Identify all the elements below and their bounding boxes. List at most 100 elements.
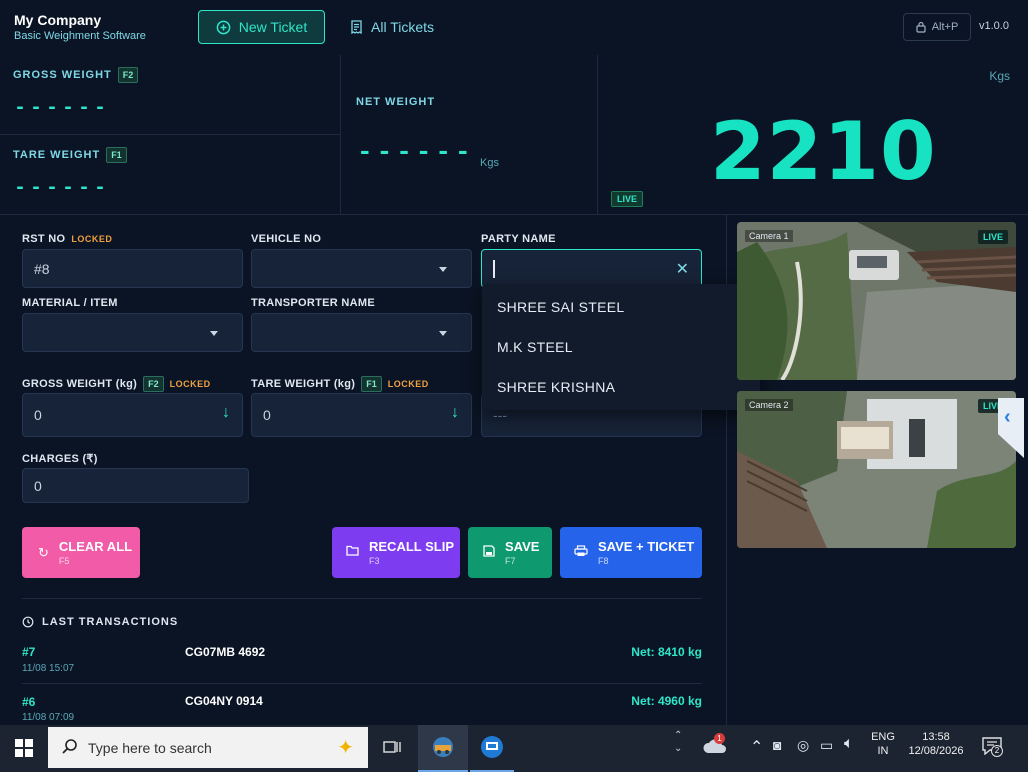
- camera-1-feed[interactable]: Camera 1 LIVE: [737, 222, 1016, 380]
- party-label: PARTY NAME: [481, 233, 556, 245]
- notifications-button[interactable]: 2: [982, 737, 1003, 760]
- gross-field-heading: GROSS WEIGHT (kg) F2 LOCKED: [22, 376, 211, 392]
- tare-weight-title: TARE WEIGHT: [13, 149, 101, 161]
- rst-field: #8: [22, 249, 243, 288]
- language-indicator[interactable]: ENG IN: [866, 731, 900, 757]
- chevron-down-icon: [439, 267, 447, 272]
- lock-icon: [916, 21, 926, 33]
- charges-value: 0: [34, 477, 42, 494]
- net-weight-title: NET WEIGHT: [356, 96, 436, 108]
- clock[interactable]: 13:58 12/08/2026: [900, 731, 972, 757]
- transaction-vehicle: CG04NY 0914: [185, 694, 263, 708]
- arrow-down-icon[interactable]: ↓: [451, 404, 459, 422]
- party-name-input[interactable]: ✕: [481, 249, 702, 288]
- save-label: SAVE: [505, 539, 540, 554]
- transaction-divider: [22, 683, 702, 684]
- camera-2-feed[interactable]: Camera 2 LIVE: [737, 391, 1016, 548]
- clock-date: 12/08/2026: [908, 745, 964, 757]
- tare-weight-display: ------: [14, 177, 111, 200]
- folder-icon: [346, 545, 359, 556]
- save-button[interactable]: SAVE F7: [468, 527, 552, 578]
- clear-all-key: F5: [58, 556, 70, 566]
- taskbar-app-remote[interactable]: [470, 725, 514, 772]
- refresh-icon: ↻: [38, 545, 49, 560]
- vehicle-select[interactable]: [251, 249, 472, 288]
- weather-widget[interactable]: 1: [702, 733, 728, 762]
- transporter-select[interactable]: [251, 313, 472, 352]
- overflow-scroll-icon[interactable]: ⌃ ⌄: [674, 729, 682, 755]
- camera-1-label: Camera 1: [745, 230, 793, 242]
- company-name: My Company: [14, 12, 102, 28]
- chevron-down-icon: [439, 331, 447, 336]
- party-option[interactable]: SHREE SAI STEEL: [497, 299, 624, 315]
- tare-field-value: 0: [263, 407, 271, 423]
- save-icon: [483, 545, 495, 557]
- all-tickets-button[interactable]: All Tickets: [350, 10, 434, 44]
- gross-field-label: GROSS WEIGHT (kg): [22, 378, 138, 390]
- new-ticket-button[interactable]: New Ticket: [198, 10, 325, 44]
- camera-1-image: [737, 222, 1016, 380]
- recall-slip-label: RECALL SLIP: [369, 539, 454, 554]
- search-placeholder: Type here to search: [88, 739, 212, 756]
- recall-slip-key: F3: [369, 556, 380, 566]
- software-subtitle: Basic Weighment Software: [14, 30, 146, 42]
- tare-key-badge: F1: [106, 147, 127, 163]
- volume-icon[interactable]: 🔈︎: [844, 735, 854, 753]
- live-weight-panel: Kgs 2210 LIVE: [598, 55, 1028, 215]
- charges-input[interactable]: 0: [22, 468, 249, 503]
- gross-weight-title: GROSS WEIGHT: [13, 69, 112, 81]
- save-ticket-button[interactable]: SAVE + TICKET F8: [560, 527, 702, 578]
- gross-weight-field: 0 ↓: [22, 393, 243, 437]
- onedrive-icon[interactable]: ◎: [797, 737, 809, 754]
- tare-field-heading: TARE WEIGHT (kg) F1 LOCKED: [251, 376, 429, 392]
- tare-field-key: F1: [361, 376, 382, 392]
- notification-count: 2: [991, 745, 1003, 757]
- party-option[interactable]: SHREE KRISHNA: [497, 379, 615, 395]
- camera-1-live-badge: LIVE: [977, 230, 1008, 244]
- gross-weight-display: ------: [14, 97, 111, 120]
- transaction-id[interactable]: #6: [22, 695, 35, 709]
- taskbar-app-weighment[interactable]: [418, 725, 468, 772]
- task-view-icon[interactable]: [383, 739, 401, 755]
- network-icon[interactable]: ▭: [820, 737, 833, 754]
- live-unit: Kgs: [989, 69, 1010, 83]
- gross-weight-heading: GROSS WEIGHT F2: [13, 67, 139, 83]
- show-hidden-icons-icon[interactable]: ⌃: [750, 737, 763, 757]
- gross-weight-panel: GROSS WEIGHT F2 ------: [0, 55, 341, 135]
- transactions-title: LAST TRANSACTIONS: [42, 616, 179, 628]
- all-tickets-label: All Tickets: [371, 19, 435, 35]
- transaction-vehicle: CG07MB 4692: [185, 645, 266, 659]
- live-weight-value: 2210: [710, 105, 937, 198]
- sparkle-icon: ✦: [337, 737, 354, 759]
- recall-slip-button[interactable]: RECALL SLIP F3: [332, 527, 460, 578]
- clear-all-button[interactable]: ↻ CLEAR ALL F5: [22, 527, 140, 578]
- camera-2-label: Camera 2: [745, 399, 793, 411]
- party-dropdown: SHREE SAI STEEL M.K STEEL SHREE KRISHNA: [482, 284, 760, 410]
- lock-shortcut-button[interactable]: Alt+P: [903, 13, 971, 41]
- chevron-left-icon: ‹: [1004, 406, 1011, 428]
- windows-start-icon[interactable]: [14, 738, 34, 758]
- material-select[interactable]: [22, 313, 243, 352]
- chevron-down-icon: [210, 331, 218, 336]
- live-badge: LIVE: [611, 191, 644, 207]
- close-icon[interactable]: ✕: [676, 259, 689, 279]
- clear-all-label: CLEAR ALL: [58, 539, 133, 554]
- rst-locked-tag: LOCKED: [71, 234, 113, 244]
- net-weight-display: ------: [357, 137, 475, 167]
- receipt-icon: [351, 20, 362, 34]
- weighbridge-app-icon: [433, 737, 453, 757]
- gross-locked-tag: LOCKED: [169, 379, 211, 389]
- transaction-net: Net: 4960 kg: [631, 694, 702, 708]
- rst-heading: RST NO LOCKED: [22, 233, 112, 245]
- rst-value: #8: [34, 260, 50, 277]
- taskbar-search-box[interactable]: Type here to search ✦: [48, 727, 368, 768]
- meet-now-icon[interactable]: ◙: [773, 737, 781, 753]
- charges-label: CHARGES (₹): [22, 453, 98, 465]
- search-icon: [62, 739, 77, 754]
- camera-2-image: [737, 391, 1016, 548]
- party-option[interactable]: M.K STEEL: [497, 339, 573, 355]
- arrow-down-icon[interactable]: ↓: [222, 404, 230, 422]
- app-header: My Company Basic Weighment Software New …: [0, 0, 1028, 55]
- tare-field-label: TARE WEIGHT (kg): [251, 378, 356, 390]
- transaction-id[interactable]: #7: [22, 645, 35, 659]
